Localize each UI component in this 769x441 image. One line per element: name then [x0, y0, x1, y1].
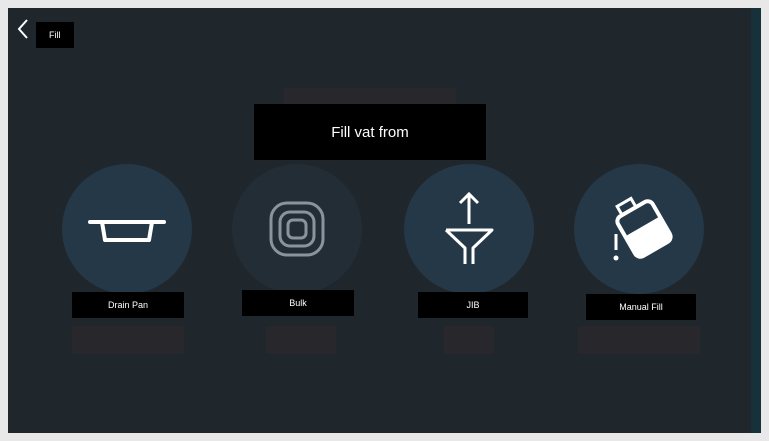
background-ghost [266, 326, 336, 354]
background-ghost [72, 326, 184, 354]
page-title: Fill [36, 22, 74, 48]
bulk-circle[interactable] [232, 164, 362, 294]
bulk-container-icon [269, 201, 325, 257]
background-ghost [444, 326, 494, 354]
drain-pan-circle[interactable] [62, 164, 192, 294]
manual-fill-circle[interactable] [574, 164, 704, 294]
manual-fill-label[interactable]: Manual Fill [586, 294, 696, 320]
jib-label[interactable]: JIB [418, 292, 528, 318]
jib-circle[interactable] [404, 164, 534, 294]
drain-pan-label[interactable]: Drain Pan [72, 292, 184, 318]
back-button[interactable] [14, 16, 32, 42]
fill-screen: Fill Fill vat from Drain Pan Bulk JIB Ma… [8, 8, 761, 433]
right-edge [751, 8, 761, 433]
funnel-icon [444, 191, 494, 264]
prompt-banner: Fill vat from [254, 104, 486, 160]
drain-pan-icon [88, 220, 166, 242]
background-ghost [578, 326, 700, 354]
background-ghost [284, 88, 456, 104]
chevron-left-icon [17, 19, 28, 39]
bulk-label[interactable]: Bulk [242, 290, 354, 316]
pour-jug-icon [613, 196, 673, 261]
